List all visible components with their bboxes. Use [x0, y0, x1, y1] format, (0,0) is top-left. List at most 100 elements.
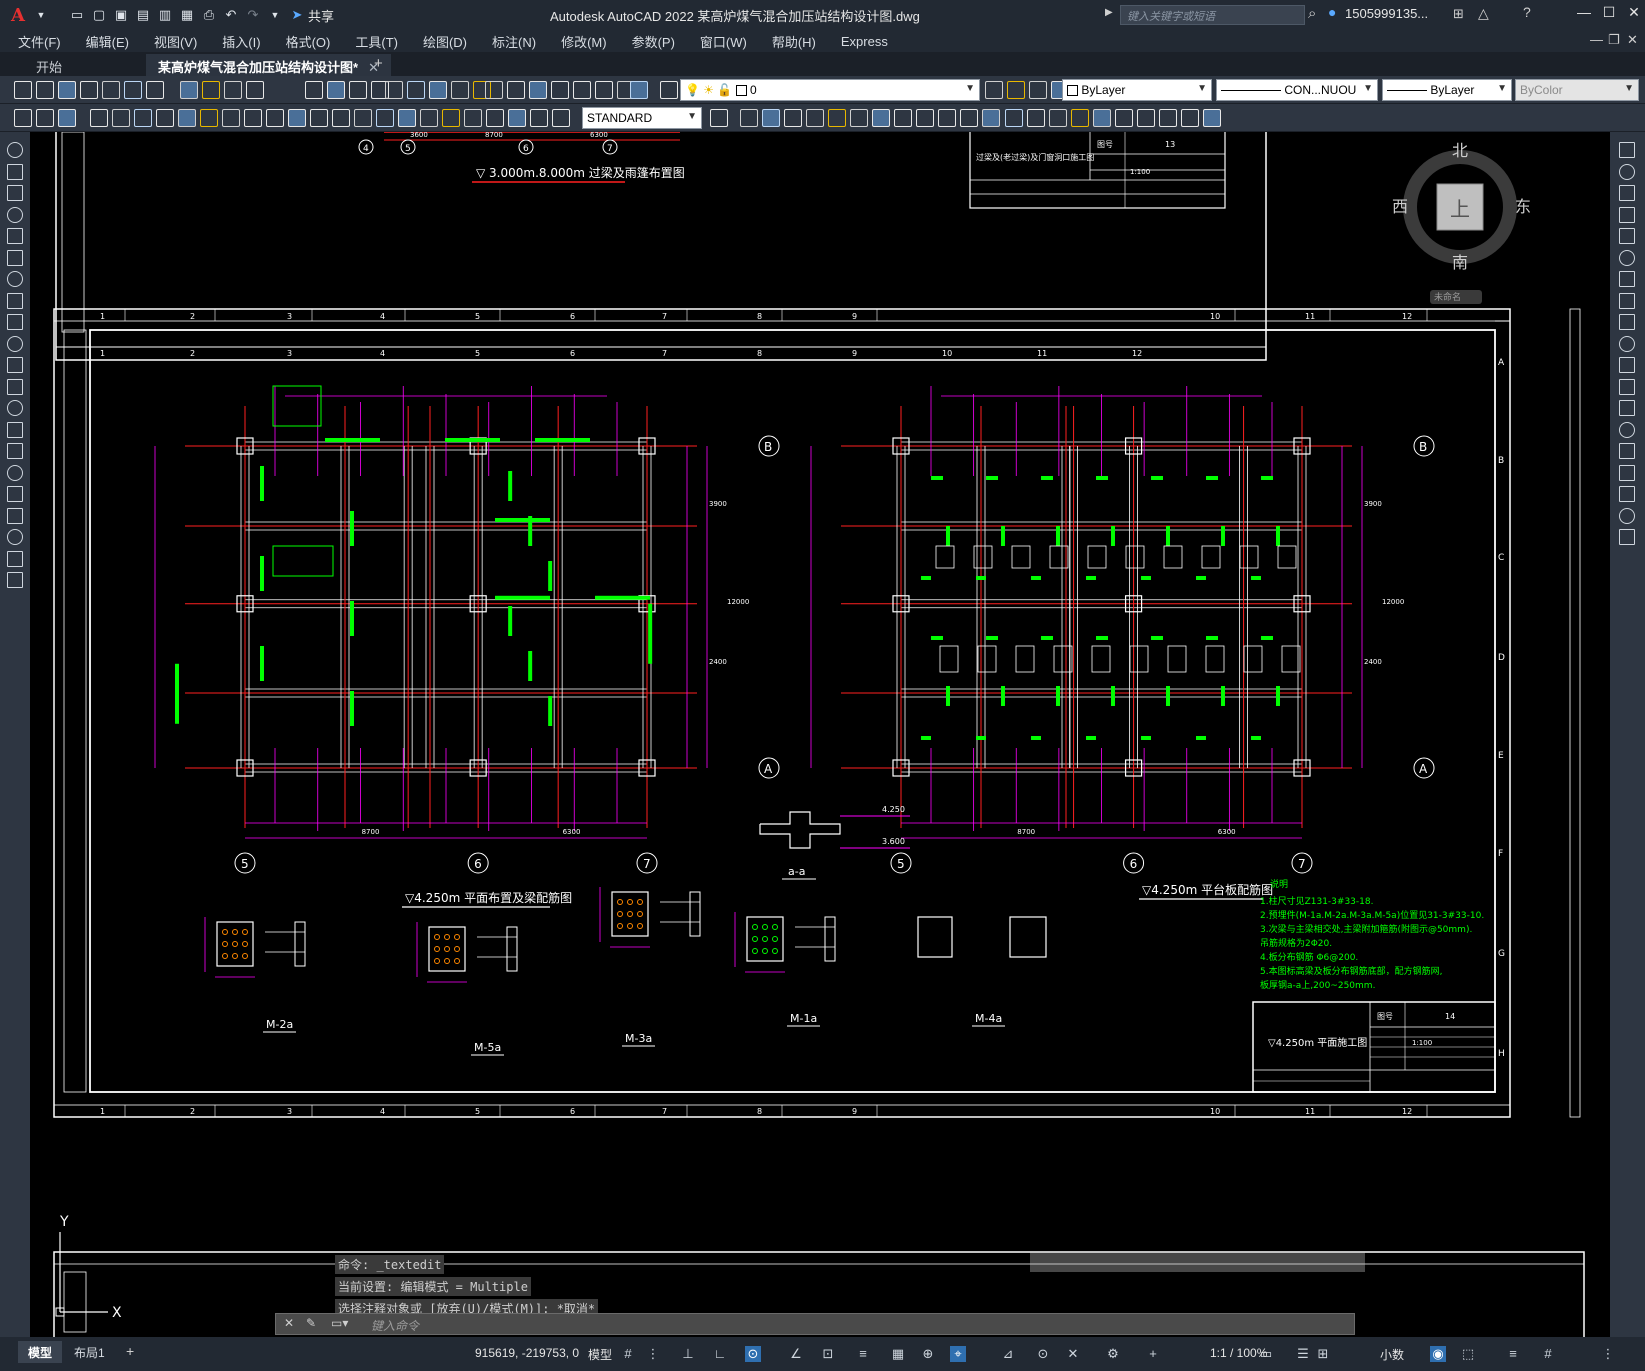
standard-tool-19-icon[interactable] [451, 81, 469, 99]
status-toggle-5-icon[interactable]: ⊙ [745, 1346, 761, 1362]
dimension-tool-14-icon[interactable] [310, 109, 328, 127]
menu-express[interactable]: Express [841, 34, 888, 49]
modify-tool-12-icon[interactable] [1619, 378, 1635, 395]
draw-tool-19-icon[interactable] [7, 529, 23, 545]
modify-tool-17-icon[interactable] [1619, 486, 1635, 502]
drawing-canvas[interactable]: 1 2 3 4 5 6 7 8 9 10 11 12 4 5 6 7 3600 8700 6300 ▽ 3.000… [30, 132, 1610, 1337]
draw-tool-8-icon[interactable] [7, 292, 23, 309]
open-file-icon[interactable]: ▢ [88, 4, 110, 26]
standard-tool-21-icon[interactable] [485, 81, 503, 99]
status-toggle-24-icon[interactable]: ⋮ [1600, 1346, 1616, 1362]
dimension-tool-25-icon[interactable] [552, 109, 570, 127]
dimension-tool-23-icon[interactable] [508, 109, 526, 127]
save-icon[interactable]: ▣ [110, 4, 132, 26]
cart-icon[interactable]: ⊞ [1453, 6, 1464, 22]
standard-tool-6-icon[interactable] [124, 81, 142, 99]
standard-tool-7-icon[interactable] [146, 81, 164, 99]
standard-tool-4-icon[interactable] [80, 81, 98, 99]
new-tab-plus-icon[interactable]: + [374, 55, 383, 72]
plot-icon[interactable]: ⎙ [198, 4, 220, 26]
modify-tool-7-icon[interactable] [1619, 271, 1635, 287]
draw-tool-6-icon[interactable] [7, 249, 23, 266]
lineweight-dropdown[interactable]: ByLayer ▼ [1382, 79, 1512, 101]
viewcube-west[interactable]: 西 [1392, 197, 1408, 216]
dimension-tool-42-icon[interactable] [1071, 109, 1089, 127]
viewcube-south[interactable]: 南 [1452, 253, 1468, 272]
draw-tool-2-icon[interactable] [7, 163, 23, 180]
close-icon[interactable]: ✕ [1620, 4, 1645, 26]
standard-tool-18-icon[interactable] [429, 81, 447, 99]
standard-tool-1-icon[interactable] [14, 81, 32, 99]
dimension-tool-47-icon[interactable] [1181, 109, 1199, 127]
status-toggle-14-icon[interactable]: ✕ [1065, 1346, 1081, 1362]
modify-tool-19-icon[interactable] [1619, 529, 1635, 545]
search-icon[interactable]: ⌕ [1308, 5, 1316, 22]
add-layout-plus-icon[interactable]: + [126, 1343, 134, 1359]
open-web-icon[interactable]: ▥ [154, 4, 176, 26]
draw-tool-21-icon[interactable] [7, 572, 23, 588]
standard-tool-2-icon[interactable] [36, 81, 54, 99]
standard-tool-14-icon[interactable] [349, 81, 367, 99]
draw-tool-15-icon[interactable] [7, 443, 23, 459]
dimension-tool-45-icon[interactable] [1137, 109, 1155, 127]
draw-tool-17-icon[interactable] [7, 486, 23, 502]
status-toggle-1-icon[interactable]: # [620, 1346, 636, 1362]
standard-tool-24-icon[interactable] [551, 81, 569, 99]
save-web-icon[interactable]: ▦ [176, 4, 198, 26]
status-toggle-13-icon[interactable]: ⊙ [1035, 1346, 1051, 1362]
dimension-tool-12-icon[interactable] [266, 109, 284, 127]
status-toggle-10-icon[interactable]: ⊕ [920, 1346, 936, 1362]
user-name[interactable]: 1505999135... [1345, 6, 1428, 21]
dimension-tool-37-icon[interactable] [960, 109, 978, 127]
color-dropdown[interactable]: ByLayer ▼ [1062, 79, 1212, 101]
dimension-tool-17-icon[interactable] [376, 109, 394, 127]
dimension-tool-40-icon[interactable] [1027, 109, 1045, 127]
modify-tool-11-icon[interactable] [1619, 357, 1635, 373]
menu-insert[interactable]: 插入(I) [222, 32, 260, 51]
standard-tool-11-icon[interactable] [246, 81, 264, 99]
layer-dropdown[interactable]: 💡 ☀ 🔓 0 ▼ [680, 79, 980, 101]
linetype-dropdown[interactable]: CON...NUOU ▼ [1216, 79, 1378, 101]
model-space-button[interactable]: 模型 [588, 1346, 612, 1363]
qa-more-chevron-icon[interactable]: ▼ [264, 4, 286, 26]
standard-tool-9-icon[interactable] [202, 81, 220, 99]
status-toggle-21-icon[interactable]: ⬚ [1460, 1346, 1476, 1362]
dimension-tool-21-icon[interactable] [464, 109, 482, 127]
dimension-tool-2-icon[interactable] [36, 109, 54, 127]
dimension-tool-18-icon[interactable] [398, 109, 416, 127]
tab-drawing[interactable]: 某高炉煤气混合加压站结构设计图* ✕ [146, 54, 391, 76]
dimension-tool-19-icon[interactable] [420, 109, 438, 127]
dimension-tool-15-icon[interactable] [332, 109, 350, 127]
draw-tool-13-icon[interactable] [7, 400, 23, 416]
status-toggle-9-icon[interactable]: ▦ [890, 1346, 906, 1362]
doc-restore-icon[interactable]: ❐ [1608, 32, 1620, 48]
status-toggle-8-icon[interactable]: ≡ [855, 1346, 871, 1362]
viewcube-north[interactable]: 北 [1452, 141, 1468, 160]
draw-tool-4-icon[interactable] [7, 206, 23, 223]
menu-view[interactable]: 视图(V) [154, 32, 197, 51]
standard-tool-23-icon[interactable] [529, 81, 547, 99]
annotation-scale[interactable]: 1:1 / 100% [1210, 1346, 1267, 1360]
standard-tool-25-icon[interactable] [573, 81, 591, 99]
draw-tool-9-icon[interactable] [7, 314, 23, 330]
plotstyle-dropdown[interactable]: ByColor ▼ [1515, 79, 1639, 101]
help-search-input[interactable]: 键入关键字或短语 [1120, 5, 1305, 25]
standard-tool-26-icon[interactable] [595, 81, 613, 99]
user-icon[interactable]: ● [1328, 4, 1336, 20]
autocad-logo-icon[interactable]: A [6, 4, 30, 26]
modify-tool-15-icon[interactable] [1619, 443, 1635, 459]
help-icon[interactable]: ? [1523, 4, 1531, 20]
status-toggle-6-icon[interactable]: ∠ [788, 1346, 804, 1362]
redo-icon[interactable]: ↷ [242, 4, 264, 26]
modify-tool-1-icon[interactable] [1619, 142, 1635, 158]
viewcube[interactable]: 上 北 南 西 东 未命名 [1392, 141, 1531, 304]
expand-search-chevron-icon[interactable]: ▶ [1105, 7, 1113, 18]
maximize-icon[interactable]: ☐ [1595, 4, 1623, 26]
standard-tool-3-icon[interactable] [58, 81, 76, 99]
dimension-tool-44-icon[interactable] [1115, 109, 1133, 127]
dimension-tool-1-icon[interactable] [14, 109, 32, 127]
minimize-icon[interactable]: — [1570, 4, 1598, 26]
status-toggle-23-icon[interactable]: # [1540, 1346, 1556, 1362]
dimension-tool-41-icon[interactable] [1049, 109, 1067, 127]
dimension-tool-39-icon[interactable] [1005, 109, 1023, 127]
